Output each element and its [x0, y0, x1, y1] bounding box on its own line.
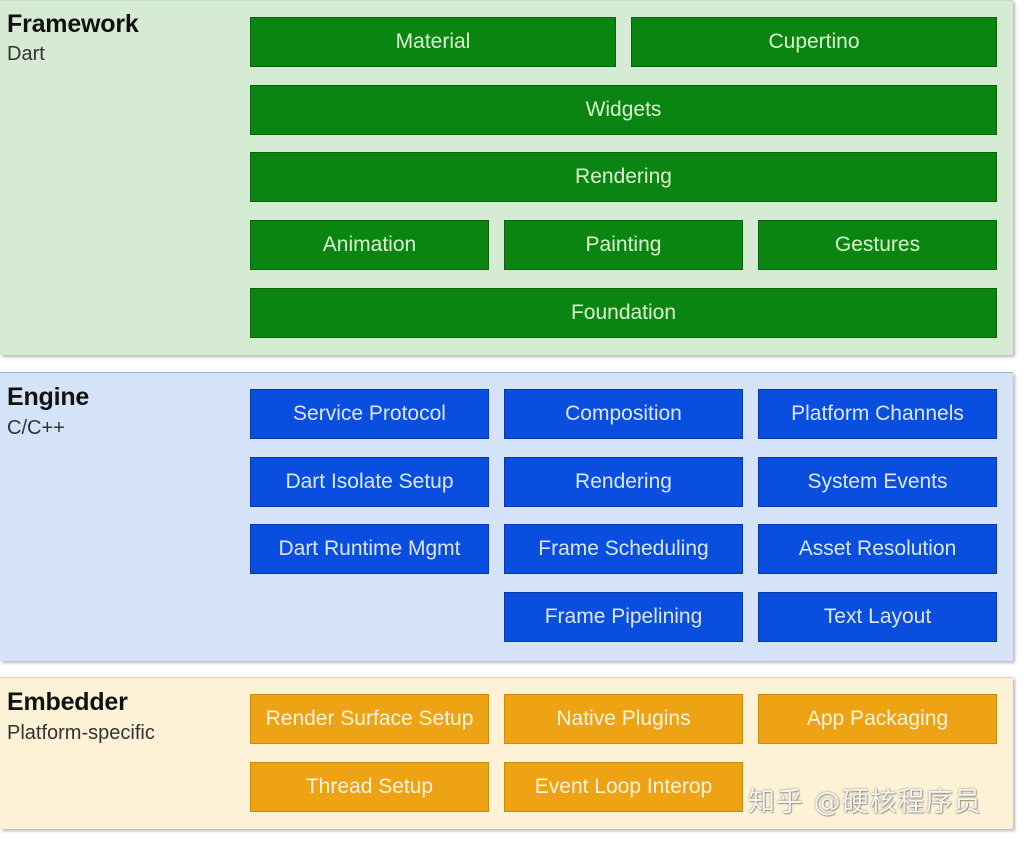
framework-layer: Framework Dart Material Cupertino Widget…: [0, 0, 1013, 355]
box-framework-rendering: Rendering: [250, 152, 997, 202]
box-engine-rendering: Rendering: [504, 457, 743, 507]
box-service-protocol: Service Protocol: [250, 389, 489, 439]
box-frame-scheduling: Frame Scheduling: [504, 524, 743, 574]
box-dart-runtime-mgmt: Dart Runtime Mgmt: [250, 524, 489, 574]
box-frame-pipelining: Frame Pipelining: [504, 592, 743, 642]
box-asset-resolution: Asset Resolution: [758, 524, 997, 574]
box-foundation: Foundation: [250, 288, 997, 338]
box-material: Material: [250, 17, 616, 67]
box-widgets: Widgets: [250, 85, 997, 135]
engine-subtitle: C/C++: [7, 417, 65, 439]
framework-subtitle: Dart: [7, 43, 45, 65]
box-gestures: Gestures: [758, 220, 997, 270]
box-event-loop-interop: Event Loop Interop: [504, 762, 743, 812]
box-render-surface-setup: Render Surface Setup: [250, 694, 489, 744]
engine-title: Engine: [7, 383, 90, 411]
watermark: 知乎 @硬核程序员: [748, 787, 982, 818]
box-system-events: System Events: [758, 457, 997, 507]
box-thread-setup: Thread Setup: [250, 762, 489, 812]
box-composition: Composition: [504, 389, 743, 439]
box-platform-channels: Platform Channels: [758, 389, 997, 439]
box-native-plugins: Native Plugins: [504, 694, 743, 744]
box-painting: Painting: [504, 220, 743, 270]
box-cupertino: Cupertino: [631, 17, 997, 67]
box-animation: Animation: [250, 220, 489, 270]
engine-layer: Engine C/C++ Service Protocol Compositio…: [0, 372, 1013, 661]
framework-title: Framework: [7, 10, 139, 38]
box-app-packaging: App Packaging: [758, 694, 997, 744]
box-text-layout: Text Layout: [758, 592, 997, 642]
box-dart-isolate-setup: Dart Isolate Setup: [250, 457, 489, 507]
embedder-title: Embedder: [7, 688, 128, 716]
embedder-subtitle: Platform-specific: [7, 722, 155, 744]
